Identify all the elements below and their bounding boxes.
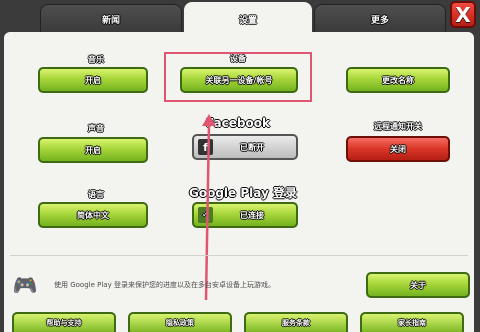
facebook-label: Facebook (206, 116, 270, 130)
notifications-toggle-button[interactable]: 关闭 (346, 136, 450, 162)
google-play-label: Google Play 登录 (189, 186, 297, 200)
sound-toggle-button[interactable]: 开启 (38, 137, 148, 163)
gamepad-icon: 🎮 (12, 273, 38, 297)
google-play-status: 已连接 (240, 210, 264, 220)
close-icon: X (455, 2, 471, 27)
terms-of-service-button[interactable]: 服务条款 (244, 312, 348, 332)
language-button[interactable]: 简体中文 (38, 202, 148, 228)
notifications-label: 远程通知开关 (374, 122, 422, 131)
google-play-icon: ✓ (198, 207, 213, 223)
divider (10, 255, 468, 256)
sound-label: 声音 (88, 124, 104, 133)
language-label: 语言 (88, 190, 104, 199)
tab-news[interactable]: 新闻 (40, 4, 182, 34)
highlight-box (164, 52, 312, 102)
about-button[interactable]: 关于 (366, 272, 470, 298)
privacy-policy-button[interactable]: 隐私政策 (128, 312, 232, 332)
facebook-icon: f (198, 139, 213, 155)
google-play-button[interactable]: ✓ 已连接 (192, 202, 298, 228)
parent-guide-button[interactable]: 家长指南 (360, 312, 464, 332)
change-name-button[interactable]: 更改名称 (346, 67, 450, 93)
tab-more[interactable]: 更多 (314, 4, 446, 34)
tab-bar: 新闻 设置 更多 (0, 0, 480, 36)
google-play-info-text: 使用 Google Play 登录来保护您的进度以及在多台安卓设备上玩游戏。 (54, 281, 275, 289)
facebook-status: 已断开 (240, 142, 264, 152)
close-button[interactable]: X (450, 1, 476, 28)
music-label: 音乐 (88, 55, 104, 64)
music-toggle-button[interactable]: 开启 (38, 67, 148, 93)
facebook-button[interactable]: f 已断开 (192, 134, 298, 160)
tab-settings[interactable]: 设置 (184, 2, 312, 36)
help-support-button[interactable]: 帮助与支持 (12, 312, 116, 332)
